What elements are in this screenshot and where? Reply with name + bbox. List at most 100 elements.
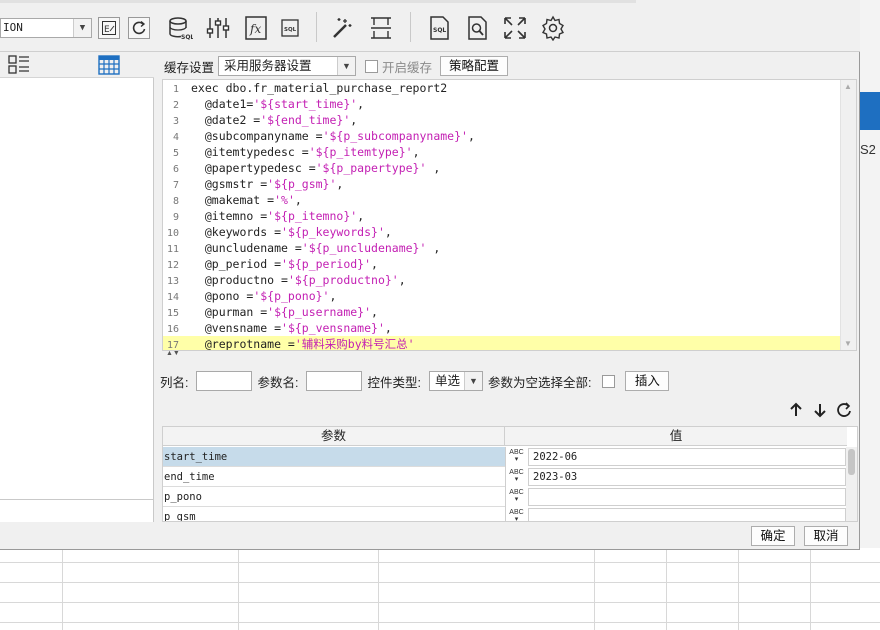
- sql-database-button[interactable]: SQL: [165, 13, 195, 43]
- maximize-button[interactable]: [500, 13, 530, 43]
- scroll-down-icon[interactable]: ▼: [844, 339, 852, 348]
- code-line[interactable]: 17 @reprotname ='辅料采购by料号汇总': [163, 336, 840, 350]
- cache-settings-row: 缓存设置 采用服务器设置 ▼ 开启缓存 策略配置: [164, 55, 509, 77]
- param-value-input[interactable]: 2023-03: [528, 468, 846, 486]
- param-value-input[interactable]: [528, 508, 846, 521]
- param-name-cell[interactable]: p_gsm: [163, 507, 505, 521]
- strategy-config-button[interactable]: 策略配置: [440, 56, 509, 76]
- ok-button[interactable]: 确定: [751, 526, 795, 546]
- background-blue-block: [860, 92, 880, 130]
- code-text: ,: [412, 145, 420, 159]
- type-glyph: ABC: [509, 509, 524, 516]
- control-type-select[interactable]: 单选 ▼: [428, 371, 483, 391]
- column-name-input[interactable]: [196, 371, 253, 391]
- param-row[interactable]: p_gsm ABC ▾: [163, 507, 847, 521]
- param-row[interactable]: end_time ABC ▾ 2023-03: [163, 467, 847, 487]
- code-line[interactable]: 6 @papertypedesc ='${p_papertype}' ,: [163, 160, 840, 176]
- cancel-button[interactable]: 取消: [804, 526, 848, 546]
- sql-file-icon: SQL: [281, 19, 299, 37]
- empty-select-all-checkbox[interactable]: [602, 374, 616, 388]
- text-type-icon[interactable]: ABC ▾: [505, 447, 527, 467]
- text-type-icon[interactable]: ABC ▾: [505, 467, 527, 487]
- enable-cache-checkbox[interactable]: [365, 59, 379, 73]
- code-text: @gsmstr =: [191, 177, 268, 191]
- code-string: '${start_time}': [253, 97, 358, 111]
- datasource-value: ION: [3, 21, 23, 34]
- code-line[interactable]: 1 exec dbo.fr_material_purchase_report2: [163, 80, 840, 96]
- split-button[interactable]: [366, 13, 396, 43]
- refresh-icon[interactable]: [836, 402, 852, 418]
- magic-wand-button[interactable]: [328, 13, 358, 43]
- code-line[interactable]: 12 @p_period ='${p_period}',: [163, 256, 840, 272]
- fold-arrows-icon[interactable]: ▲▼: [166, 350, 180, 357]
- grid-line: [0, 602, 880, 603]
- code-line[interactable]: 13 @productno ='${p_productno}',: [163, 272, 840, 288]
- code-line[interactable]: 10 @keywords ='${p_keywords}',: [163, 224, 840, 240]
- formula-button[interactable]: fx: [241, 13, 271, 43]
- code-string: '${p_subcompanyname}': [322, 129, 468, 143]
- param-name-cell[interactable]: start_time: [163, 447, 505, 467]
- toolbar-separator: [316, 12, 317, 42]
- scroll-up-icon[interactable]: ▲: [844, 82, 852, 91]
- grid-line: [378, 548, 379, 630]
- code-line[interactable]: 2 @date1='${start_time}',: [163, 96, 840, 112]
- text-type-icon[interactable]: ABC ▾: [505, 507, 527, 521]
- code-line[interactable]: 15 @purman ='${p_username}',: [163, 304, 840, 320]
- edit-connection-button[interactable]: E: [98, 17, 120, 39]
- param-table: 参数 值 start_time ABC ▾ 2022-06 end_time ABC ▾ 20…: [162, 426, 858, 522]
- code-line[interactable]: 5 @itemtypedesc ='${p_itemtype}',: [163, 144, 840, 160]
- code-line[interactable]: 8 @makemat ='%',: [163, 192, 840, 208]
- svg-text:E: E: [104, 25, 110, 35]
- arrow-up-icon[interactable]: [788, 402, 804, 418]
- code-line[interactable]: 7 @gsmstr ='${p_gsm}',: [163, 176, 840, 192]
- cache-mode-select[interactable]: 采用服务器设置 ▼: [218, 56, 357, 76]
- sql-script-button[interactable]: SQL: [275, 13, 305, 43]
- settings-button[interactable]: [538, 13, 568, 43]
- grid-line: [62, 548, 63, 630]
- datasource-select[interactable]: ION ▼: [0, 18, 92, 38]
- toolbar: ION ▼ E SQL fx SQL SQL: [0, 0, 860, 52]
- refresh-button[interactable]: [128, 17, 150, 39]
- table-scrollbar[interactable]: [846, 447, 857, 521]
- code-text: @date1=: [191, 97, 254, 111]
- edit-connection-icon: E: [102, 21, 116, 35]
- param-value-input[interactable]: [528, 488, 846, 506]
- chevron-down-icon[interactable]: ▼: [463, 372, 482, 390]
- arrow-down-icon[interactable]: [812, 402, 828, 418]
- sliders-icon: [206, 18, 230, 38]
- sql-preview-button[interactable]: SQL: [424, 13, 454, 43]
- code-string: '${p_vensname}': [281, 321, 385, 335]
- code-line[interactable]: 4 @subcompanyname ='${p_subcompanyname}'…: [163, 128, 840, 144]
- chevron-down-icon[interactable]: ▼: [337, 57, 356, 75]
- insert-button[interactable]: 插入: [625, 371, 670, 391]
- editor-scrollbar[interactable]: ▲ ▼: [840, 80, 856, 350]
- param-row[interactable]: p_pono ABC ▾: [163, 487, 847, 507]
- parameter-settings-button[interactable]: [203, 13, 233, 43]
- param-value-input[interactable]: 2022-06: [528, 448, 846, 466]
- sql-editor[interactable]: 1 exec dbo.fr_material_purchase_report2 2 …: [162, 79, 857, 351]
- code-line[interactable]: 9 @itemno ='${p_itemno}',: [163, 208, 840, 224]
- param-row[interactable]: start_time ABC ▾ 2022-06: [163, 447, 847, 467]
- code-line[interactable]: 11 @uncludename ='${p_uncludename}' ,: [163, 240, 840, 256]
- chevron-down-icon[interactable]: ▼: [73, 19, 91, 37]
- grid-line: [738, 548, 739, 630]
- code-text: ,: [426, 241, 441, 255]
- param-name-input[interactable]: [306, 371, 363, 391]
- code-line[interactable]: 3 @date2 ='${end_time}',: [163, 112, 840, 128]
- list-view-icon[interactable]: [8, 55, 30, 75]
- panel-bottom-field[interactable]: [0, 499, 153, 520]
- code-text: @p_period =: [191, 257, 282, 271]
- code-string: '%': [274, 193, 295, 207]
- code-text: @vensname =: [191, 321, 282, 335]
- param-order-tools: [788, 402, 852, 418]
- param-name-cell[interactable]: p_pono: [163, 487, 505, 507]
- text-type-icon[interactable]: ABC ▾: [505, 487, 527, 507]
- param-insert-row: 列名: 参数名: 控件类型: 单选 ▼ 参数为空选择全部: 插入: [160, 370, 670, 392]
- code-line[interactable]: 14 @pono ='${p_pono}',: [163, 288, 840, 304]
- table-view-icon[interactable]: [98, 55, 120, 75]
- scroll-thumb[interactable]: [848, 449, 855, 475]
- code-line[interactable]: 16 @vensname ='${p_vensname}',: [163, 320, 840, 336]
- param-name-cell[interactable]: end_time: [163, 467, 505, 487]
- code-text: ,: [426, 161, 441, 175]
- preview-button[interactable]: [462, 13, 492, 43]
